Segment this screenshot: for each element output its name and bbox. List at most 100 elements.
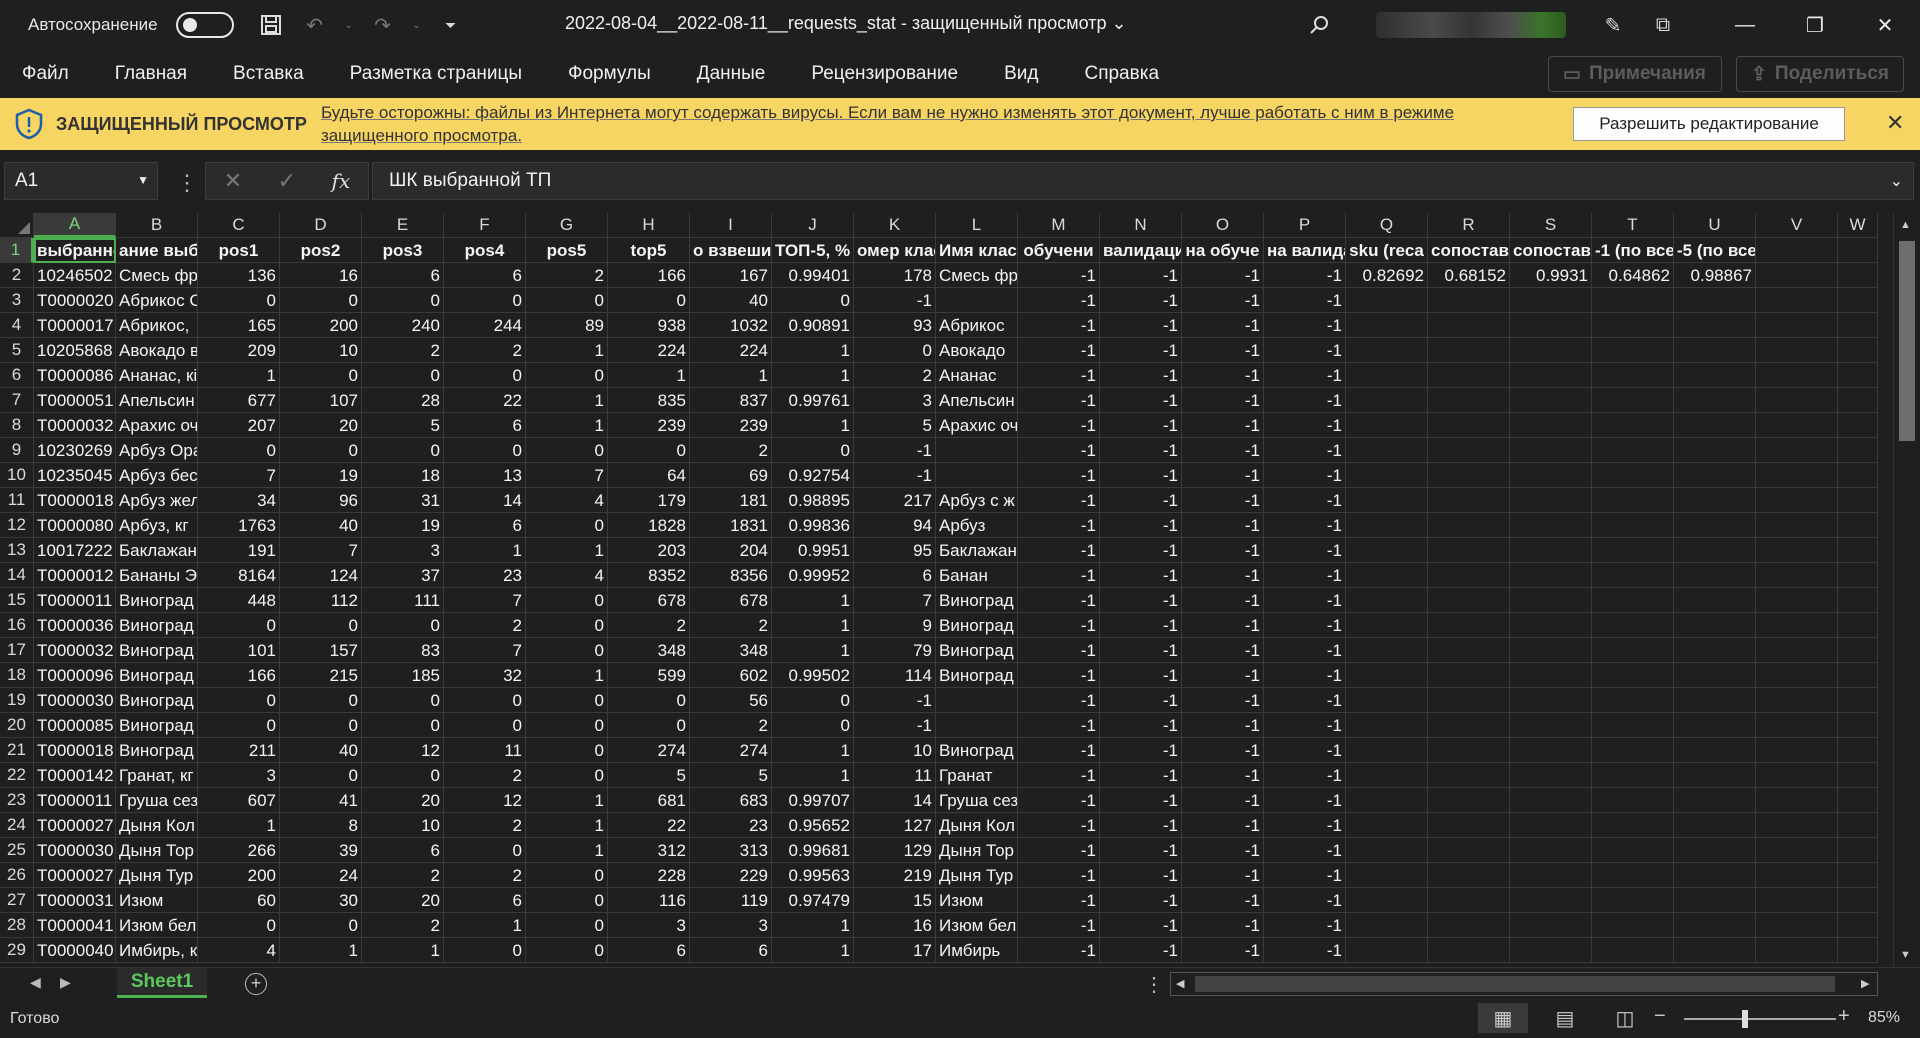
table-cell[interactable]: [1674, 513, 1756, 538]
table-cell[interactable]: 211: [198, 738, 280, 763]
table-cell[interactable]: T0000017: [34, 313, 116, 338]
table-cell[interactable]: 0.98867: [1674, 263, 1756, 288]
table-cell[interactable]: [1510, 613, 1592, 638]
table-cell[interactable]: [1346, 813, 1428, 838]
table-cell[interactable]: Арбуз Ора: [116, 438, 198, 463]
table-cell[interactable]: -1: [1264, 863, 1346, 888]
column-header[interactable]: T: [1592, 213, 1674, 238]
table-cell[interactable]: -1: [1100, 863, 1182, 888]
table-cell[interactable]: [1756, 438, 1838, 463]
table-cell[interactable]: 136: [198, 263, 280, 288]
table-cell[interactable]: 34: [198, 488, 280, 513]
table-cell[interactable]: 239: [608, 413, 690, 438]
table-cell[interactable]: 0: [198, 288, 280, 313]
table-cell[interactable]: 0.95652: [772, 813, 854, 838]
row-header[interactable]: 2: [0, 263, 34, 288]
table-cell[interactable]: 0.99563: [772, 863, 854, 888]
table-cell[interactable]: [1346, 288, 1428, 313]
table-cell[interactable]: -1: [1264, 838, 1346, 863]
table-cell[interactable]: 1: [444, 538, 526, 563]
header-cell[interactable]: сопоставл: [1510, 238, 1592, 263]
table-cell[interactable]: -1: [1100, 313, 1182, 338]
restore-button[interactable]: ❐: [1780, 0, 1850, 50]
table-cell[interactable]: 40: [280, 738, 362, 763]
undo-dropdown-icon[interactable]: ⌄: [342, 8, 356, 42]
zoom-slider-thumb[interactable]: [1742, 1010, 1748, 1028]
table-cell[interactable]: [1428, 388, 1510, 413]
table-cell[interactable]: [1592, 413, 1674, 438]
row-header[interactable]: 7: [0, 388, 34, 413]
table-cell[interactable]: [1346, 463, 1428, 488]
table-cell[interactable]: -1: [1018, 713, 1100, 738]
table-cell[interactable]: 165: [198, 313, 280, 338]
table-cell[interactable]: 9: [854, 613, 936, 638]
table-cell[interactable]: T0000030: [34, 688, 116, 713]
table-cell[interactable]: [1510, 763, 1592, 788]
table-cell[interactable]: -1: [1018, 488, 1100, 513]
table-cell[interactable]: Арахис оч: [936, 413, 1018, 438]
table-cell[interactable]: [1756, 388, 1838, 413]
table-cell[interactable]: [1510, 838, 1592, 863]
table-cell[interactable]: [1428, 563, 1510, 588]
table-cell[interactable]: -1: [1182, 713, 1264, 738]
table-cell[interactable]: [1674, 788, 1756, 813]
table-cell[interactable]: 114: [854, 663, 936, 688]
table-cell[interactable]: 0: [198, 438, 280, 463]
table-cell[interactable]: -1: [1182, 638, 1264, 663]
table-cell[interactable]: 5: [690, 763, 772, 788]
table-cell[interactable]: 0: [362, 613, 444, 638]
table-cell[interactable]: 2: [444, 613, 526, 638]
table-cell[interactable]: [1674, 813, 1756, 838]
table-cell[interactable]: [1838, 813, 1878, 838]
table-cell[interactable]: [1838, 613, 1878, 638]
table-cell[interactable]: T0000085: [34, 713, 116, 738]
table-cell[interactable]: -1: [1018, 913, 1100, 938]
table-cell[interactable]: T0000020: [34, 288, 116, 313]
expand-formula-icon[interactable]: ⌄: [1890, 171, 1903, 191]
table-cell[interactable]: 0.99707: [772, 788, 854, 813]
table-cell[interactable]: [1346, 838, 1428, 863]
column-header[interactable]: S: [1510, 213, 1592, 238]
table-cell[interactable]: 2: [690, 613, 772, 638]
table-cell[interactable]: 0.92754: [772, 463, 854, 488]
table-cell[interactable]: 274: [690, 738, 772, 763]
table-cell[interactable]: [1756, 888, 1838, 913]
table-cell[interactable]: 0: [526, 738, 608, 763]
table-cell[interactable]: 0: [608, 288, 690, 313]
table-cell[interactable]: -1: [1100, 588, 1182, 613]
table-cell[interactable]: -1: [1018, 338, 1100, 363]
table-cell[interactable]: T0000027: [34, 863, 116, 888]
header-cell[interactable]: [1756, 238, 1838, 263]
row-header[interactable]: 13: [0, 538, 34, 563]
table-cell[interactable]: 200: [280, 313, 362, 338]
table-cell[interactable]: [1756, 288, 1838, 313]
table-cell[interactable]: Арахис оч: [116, 413, 198, 438]
table-cell[interactable]: Арбуз бес: [116, 463, 198, 488]
table-cell[interactable]: 837: [690, 388, 772, 413]
table-cell[interactable]: [1674, 863, 1756, 888]
cell-area[interactable]: выбранно ание выб pos1 pos2 pos3 pos4 pos5 top5…: [34, 238, 1894, 963]
table-cell[interactable]: -1: [1018, 588, 1100, 613]
table-cell[interactable]: [1428, 888, 1510, 913]
table-cell[interactable]: -1: [1182, 338, 1264, 363]
table-cell[interactable]: 229: [690, 863, 772, 888]
table-cell[interactable]: T0000041: [34, 913, 116, 938]
close-button[interactable]: ✕: [1850, 0, 1920, 50]
table-cell[interactable]: 0: [444, 363, 526, 388]
table-cell[interactable]: -1: [1100, 463, 1182, 488]
column-header[interactable]: I: [690, 213, 772, 238]
table-cell[interactable]: 96: [280, 488, 362, 513]
table-cell[interactable]: 1: [526, 338, 608, 363]
close-icon[interactable]: ✕: [1886, 110, 1904, 136]
table-cell[interactable]: -1: [1182, 788, 1264, 813]
table-cell[interactable]: 3: [198, 763, 280, 788]
table-cell[interactable]: -1: [1018, 688, 1100, 713]
table-cell[interactable]: 0: [280, 688, 362, 713]
table-cell[interactable]: 0.98895: [772, 488, 854, 513]
table-cell[interactable]: 94: [854, 513, 936, 538]
table-cell[interactable]: -1: [1018, 438, 1100, 463]
table-cell[interactable]: -1: [1182, 263, 1264, 288]
table-cell[interactable]: 95: [854, 538, 936, 563]
table-cell[interactable]: [1346, 338, 1428, 363]
column-header[interactable]: A: [34, 213, 116, 238]
